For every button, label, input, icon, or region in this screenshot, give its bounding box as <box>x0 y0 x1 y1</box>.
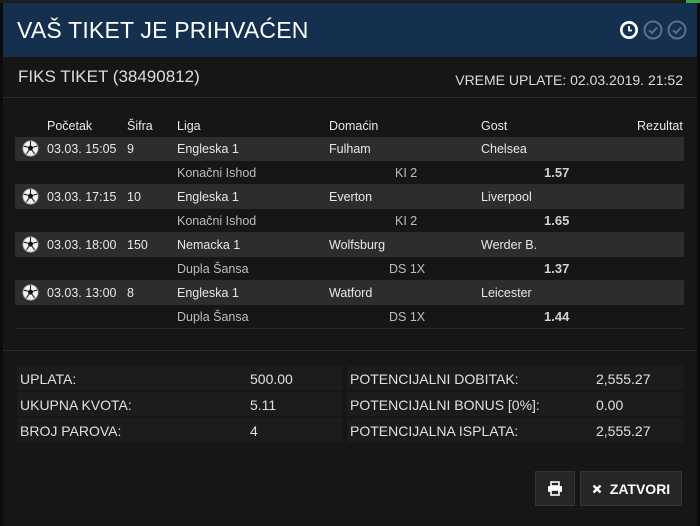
ticket-title: FIKS TIKET (38490812) <box>18 67 200 86</box>
summary-right: POTENCIJALNI DOBITAK: 2,555.27 POTENCIJA… <box>347 366 684 444</box>
football-icon <box>22 140 39 157</box>
modal-title: VAŠ TIKET JE PRIHVAĆEN <box>17 16 309 43</box>
table-header: Početak Šifra Liga Domaćin Gost Rezultat <box>15 113 684 137</box>
close-label: ZATVORI <box>609 480 671 497</box>
summary-row: UKUPNA KVOTA: 5.11 <box>17 392 342 416</box>
football-icon <box>22 284 39 301</box>
summary-label: POTENCIJALNI BONUS [0%]: <box>350 397 540 413</box>
col-code: Šifra <box>127 119 153 133</box>
summary-label: UPLATA: <box>20 371 77 387</box>
bet-row: Konačni Ishod KI 2 1.57 <box>15 161 684 185</box>
bet-type: Dupla Šansa <box>177 262 249 276</box>
close-icon <box>592 484 602 493</box>
close-button[interactable]: ZATVORI <box>580 471 682 506</box>
bet-pick: DS 1X <box>389 310 426 324</box>
bet-row: Dupla Šansa DS 1X 1.37 <box>15 257 684 281</box>
summary-row: POTENCIJALNI DOBITAK: 2,555.27 <box>347 366 684 390</box>
summary-row: POTENCIJALNI BONUS [0%]: 0.00 <box>347 392 684 416</box>
summary-row: UPLATA: 500.00 <box>17 366 342 390</box>
summary-value: 5.11 <box>250 397 277 413</box>
match-code: 9 <box>127 142 134 156</box>
col-away: Gost <box>481 119 508 133</box>
bet-row: Konačni Ishod KI 2 1.65 <box>15 209 684 233</box>
bet-odd: 1.65 <box>544 213 570 228</box>
col-start: Početak <box>47 119 93 133</box>
match-home: Everton <box>329 190 373 204</box>
match-row[interactable]: 03.03. 13:00 8 Engleska 1 Watford Leices… <box>15 281 684 305</box>
match-away: Leicester <box>481 286 532 300</box>
bet-type: Konačni Ishod <box>177 214 257 228</box>
bet-pick: KI 2 <box>395 166 418 180</box>
football-icon <box>22 188 39 205</box>
match-league: Engleska 1 <box>177 286 239 300</box>
bet-pick: DS 1X <box>389 262 426 276</box>
football-icon <box>22 236 39 253</box>
bet-row: Dupla Šansa DS 1X 1.44 <box>15 305 684 329</box>
header-icons <box>619 20 687 40</box>
match-home: Wolfsburg <box>329 238 386 252</box>
summary-left: UPLATA: 500.00 UKUPNA KVOTA: 5.11 BROJ P… <box>17 366 342 444</box>
match-league: Engleska 1 <box>177 142 239 156</box>
summary-row: POTENCIJALNA ISPLATA: 2,555.27 <box>347 418 684 442</box>
summary-value: 2,555.27 <box>596 423 651 439</box>
bet-type: Dupla Šansa <box>177 310 249 324</box>
printer-icon <box>548 481 562 496</box>
match-home: Watford <box>329 286 373 300</box>
match-row[interactable]: 03.03. 15:05 9 Engleska 1 Fulham Chelsea <box>15 137 684 161</box>
summary-label: POTENCIJALNI DOBITAK: <box>350 371 519 387</box>
summary-value: 4 <box>250 423 258 439</box>
match-code: 150 <box>127 238 148 252</box>
bet-type: Konačni Ishod <box>177 166 257 180</box>
bet-odd: 1.44 <box>544 309 570 324</box>
match-code: 10 <box>127 190 141 204</box>
summary-value: 500.00 <box>250 371 293 387</box>
match-league: Nemacka 1 <box>177 238 241 252</box>
col-home: Domaćin <box>329 119 379 133</box>
match-away: Chelsea <box>481 142 527 156</box>
match-home: Fulham <box>329 142 371 156</box>
print-button[interactable] <box>535 471 575 506</box>
clock-icon[interactable] <box>619 20 639 40</box>
summary-row: BROJ PAROVA: 4 <box>17 418 342 442</box>
summary-value: 2,555.27 <box>596 371 651 387</box>
check-circle-icon[interactable] <box>643 20 663 40</box>
summary-label: POTENCIJALNA ISPLATA: <box>350 423 519 439</box>
col-league: Liga <box>177 119 201 133</box>
check-circle-icon[interactable] <box>667 20 687 40</box>
ticket-subheader: FIKS TIKET (38490812) VREME UPLATE: 02.0… <box>3 57 697 98</box>
match-away: Liverpool <box>481 190 532 204</box>
match-time: 03.03. 13:00 <box>47 286 117 300</box>
match-code: 8 <box>127 286 134 300</box>
match-time: 03.03. 17:15 <box>47 190 117 204</box>
match-league: Engleska 1 <box>177 190 239 204</box>
match-away: Werder B. <box>481 238 538 252</box>
col-result: Rezultat <box>637 119 683 133</box>
payment-time: VREME UPLATE: 02.03.2019. 21:52 <box>455 72 683 88</box>
summary-value: 0.00 <box>596 397 624 413</box>
bet-pick: KI 2 <box>395 214 418 228</box>
modal-header: VAŠ TIKET JE PRIHVAĆEN <box>3 3 697 57</box>
bet-odd: 1.57 <box>544 165 570 180</box>
bet-odd: 1.37 <box>544 261 570 276</box>
match-row[interactable]: 03.03. 17:15 10 Engleska 1 Everton Liver… <box>15 185 684 209</box>
matches-table: Početak Šifra Liga Domaćin Gost Rezultat… <box>15 113 684 329</box>
match-time: 03.03. 15:05 <box>47 142 117 156</box>
summary-label: UKUPNA KVOTA: <box>20 397 132 413</box>
summary-label: BROJ PAROVA: <box>20 423 122 439</box>
match-row[interactable]: 03.03. 18:00 150 Nemacka 1 Wolfsburg Wer… <box>15 233 684 257</box>
match-time: 03.03. 18:00 <box>47 238 117 252</box>
divider <box>3 350 697 351</box>
